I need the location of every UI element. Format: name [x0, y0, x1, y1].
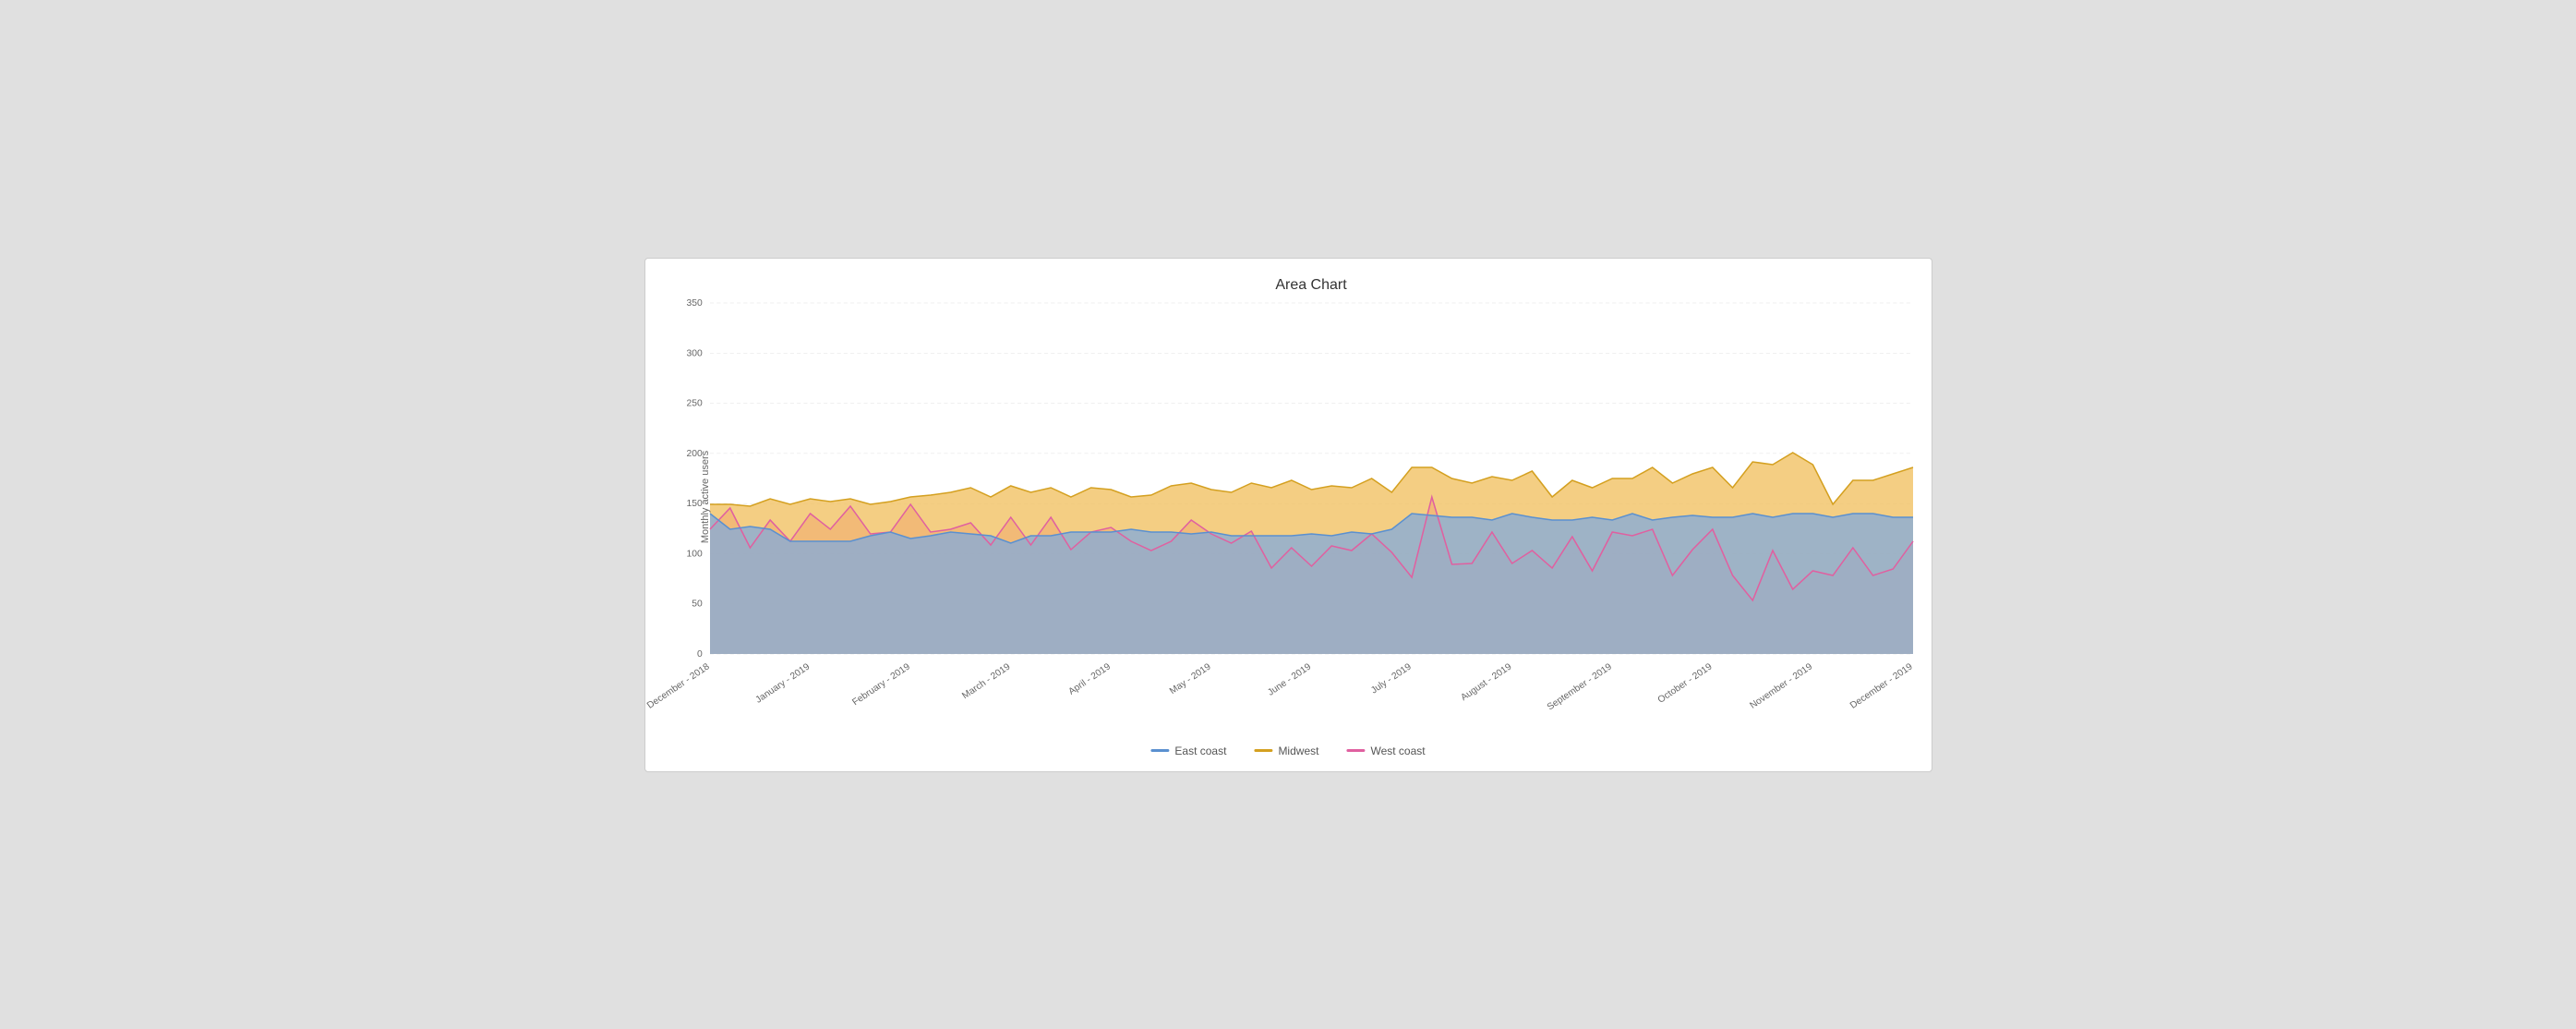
legend-east-coast: East coast — [1150, 745, 1226, 757]
chart-container: Area Chart Monthly active users — [644, 258, 1932, 772]
east-coast-area — [710, 514, 1913, 654]
svg-text:September - 2019: September - 2019 — [1545, 661, 1613, 712]
east-coast-legend-label: East coast — [1174, 745, 1226, 757]
svg-text:50: 50 — [692, 599, 703, 609]
svg-text:February - 2019: February - 2019 — [850, 661, 912, 708]
chart-legend: East coast Midwest West coast — [1150, 745, 1425, 757]
svg-text:August - 2019: August - 2019 — [1459, 661, 1513, 703]
west-coast-legend-label: West coast — [1370, 745, 1425, 757]
svg-text:June - 2019: June - 2019 — [1266, 661, 1313, 697]
svg-text:December - 2018: December - 2018 — [644, 661, 711, 710]
chart-area: Monthly active users — [710, 303, 1913, 691]
svg-text:March - 2019: March - 2019 — [960, 661, 1013, 701]
svg-text:300: 300 — [686, 348, 703, 358]
svg-text:July - 2019: July - 2019 — [1369, 661, 1414, 696]
west-coast-legend-color — [1346, 749, 1365, 752]
svg-text:May - 2019: May - 2019 — [1167, 661, 1212, 696]
svg-text:250: 250 — [686, 398, 703, 408]
legend-midwest: Midwest — [1254, 745, 1318, 757]
y-axis-label: Monthly active users — [700, 450, 711, 542]
svg-text:November - 2019: November - 2019 — [1748, 661, 1814, 710]
east-coast-legend-color — [1150, 749, 1169, 752]
midwest-legend-color — [1254, 749, 1272, 752]
svg-text:0: 0 — [696, 649, 702, 660]
svg-text:350: 350 — [686, 298, 703, 309]
svg-text:100: 100 — [686, 549, 703, 559]
chart-svg: 0 50 100 150 200 250 300 350 December - … — [710, 303, 1913, 691]
svg-text:April - 2019: April - 2019 — [1066, 661, 1113, 696]
svg-text:December - 2019: December - 2019 — [1848, 661, 1914, 710]
legend-west-coast: West coast — [1346, 745, 1425, 757]
chart-title: Area Chart — [710, 277, 1913, 294]
midwest-legend-label: Midwest — [1278, 745, 1318, 757]
svg-text:October - 2019: October - 2019 — [1655, 661, 1714, 705]
svg-text:January - 2019: January - 2019 — [753, 661, 812, 705]
